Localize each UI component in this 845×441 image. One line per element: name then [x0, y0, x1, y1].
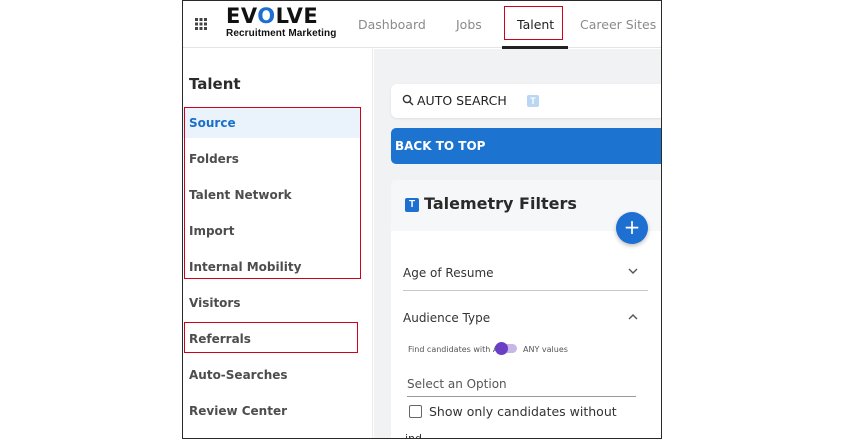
- toggle-knob: [495, 342, 508, 355]
- back-to-top-button[interactable]: BACK TO TOP: [391, 128, 661, 164]
- divider: [403, 290, 648, 291]
- filters-title: Talemetry Filters: [424, 194, 577, 213]
- nav-jobs[interactable]: Jobs: [456, 17, 482, 32]
- top-bar: EVOLVE Recruitment Marketing Dashboard J…: [183, 1, 661, 49]
- talemetry-t-icon: T: [405, 198, 419, 212]
- evolve-logo[interactable]: EVOLVE Recruitment Marketing: [226, 5, 336, 39]
- auto-search-label: AUTO SEARCH: [417, 93, 507, 108]
- show-only-label: Show only candidates without: [429, 404, 617, 419]
- sidebar-item-review-center[interactable]: Review Center: [183, 396, 361, 426]
- logo-subtitle: Recruitment Marketing: [226, 28, 337, 39]
- main-panel: AUTO SEARCH T BACK TO TOP T Talemetry Fi…: [374, 49, 661, 439]
- sidebar-item-import[interactable]: Import: [183, 216, 361, 246]
- sidebar-item-visitors[interactable]: Visitors: [183, 288, 361, 318]
- filter-age-of-resume[interactable]: Age of Resume: [403, 258, 648, 288]
- sidebar-item-source[interactable]: Source: [183, 108, 361, 138]
- sidebar-title: Talent: [189, 75, 241, 93]
- talemetry-filters-card: T Talemetry Filters + Age of Resume Audi…: [391, 180, 661, 439]
- logo-wordmark: EVOLVE: [226, 4, 319, 28]
- chevron-down-icon: [628, 268, 638, 274]
- auto-search-button[interactable]: AUTO SEARCH T: [391, 84, 661, 118]
- nav-career-sites[interactable]: Career Sites: [580, 17, 656, 32]
- sidebar-item-auto-searches[interactable]: Auto-Searches: [183, 360, 361, 390]
- app-frame: EVOLVE Recruitment Marketing Dashboard J…: [182, 0, 662, 439]
- search-icon: [402, 94, 414, 106]
- sidebar: Talent Source Folders Talent Network Imp…: [183, 49, 373, 438]
- filter-audience-type[interactable]: Audience Type: [403, 303, 648, 333]
- filter-label: Age of Resume: [403, 266, 494, 280]
- sidebar-item-talent-network[interactable]: Talent Network: [183, 180, 361, 210]
- sidebar-item-internal-mobility[interactable]: Internal Mobility: [183, 252, 361, 282]
- talemetry-t-icon: T: [527, 95, 539, 107]
- find-candidates-text: Find candidates with ALL: [408, 345, 508, 354]
- sidebar-item-referrals[interactable]: Referrals: [183, 324, 361, 354]
- nav-talent[interactable]: Talent: [517, 17, 554, 32]
- sidebar-item-folders[interactable]: Folders: [183, 144, 361, 174]
- show-only-checkbox[interactable]: [409, 405, 422, 418]
- add-filter-button[interactable]: +: [616, 212, 648, 244]
- nav-dashboard[interactable]: Dashboard: [358, 17, 426, 32]
- apps-grid-icon[interactable]: [195, 18, 207, 30]
- chevron-up-icon: [628, 314, 638, 320]
- filter-label: Audience Type: [403, 311, 491, 325]
- truncated-text: ind: [405, 432, 423, 439]
- audience-select[interactable]: Select an Option: [407, 377, 636, 397]
- any-values-text: ANY values: [523, 345, 568, 354]
- all-any-toggle[interactable]: [495, 342, 517, 355]
